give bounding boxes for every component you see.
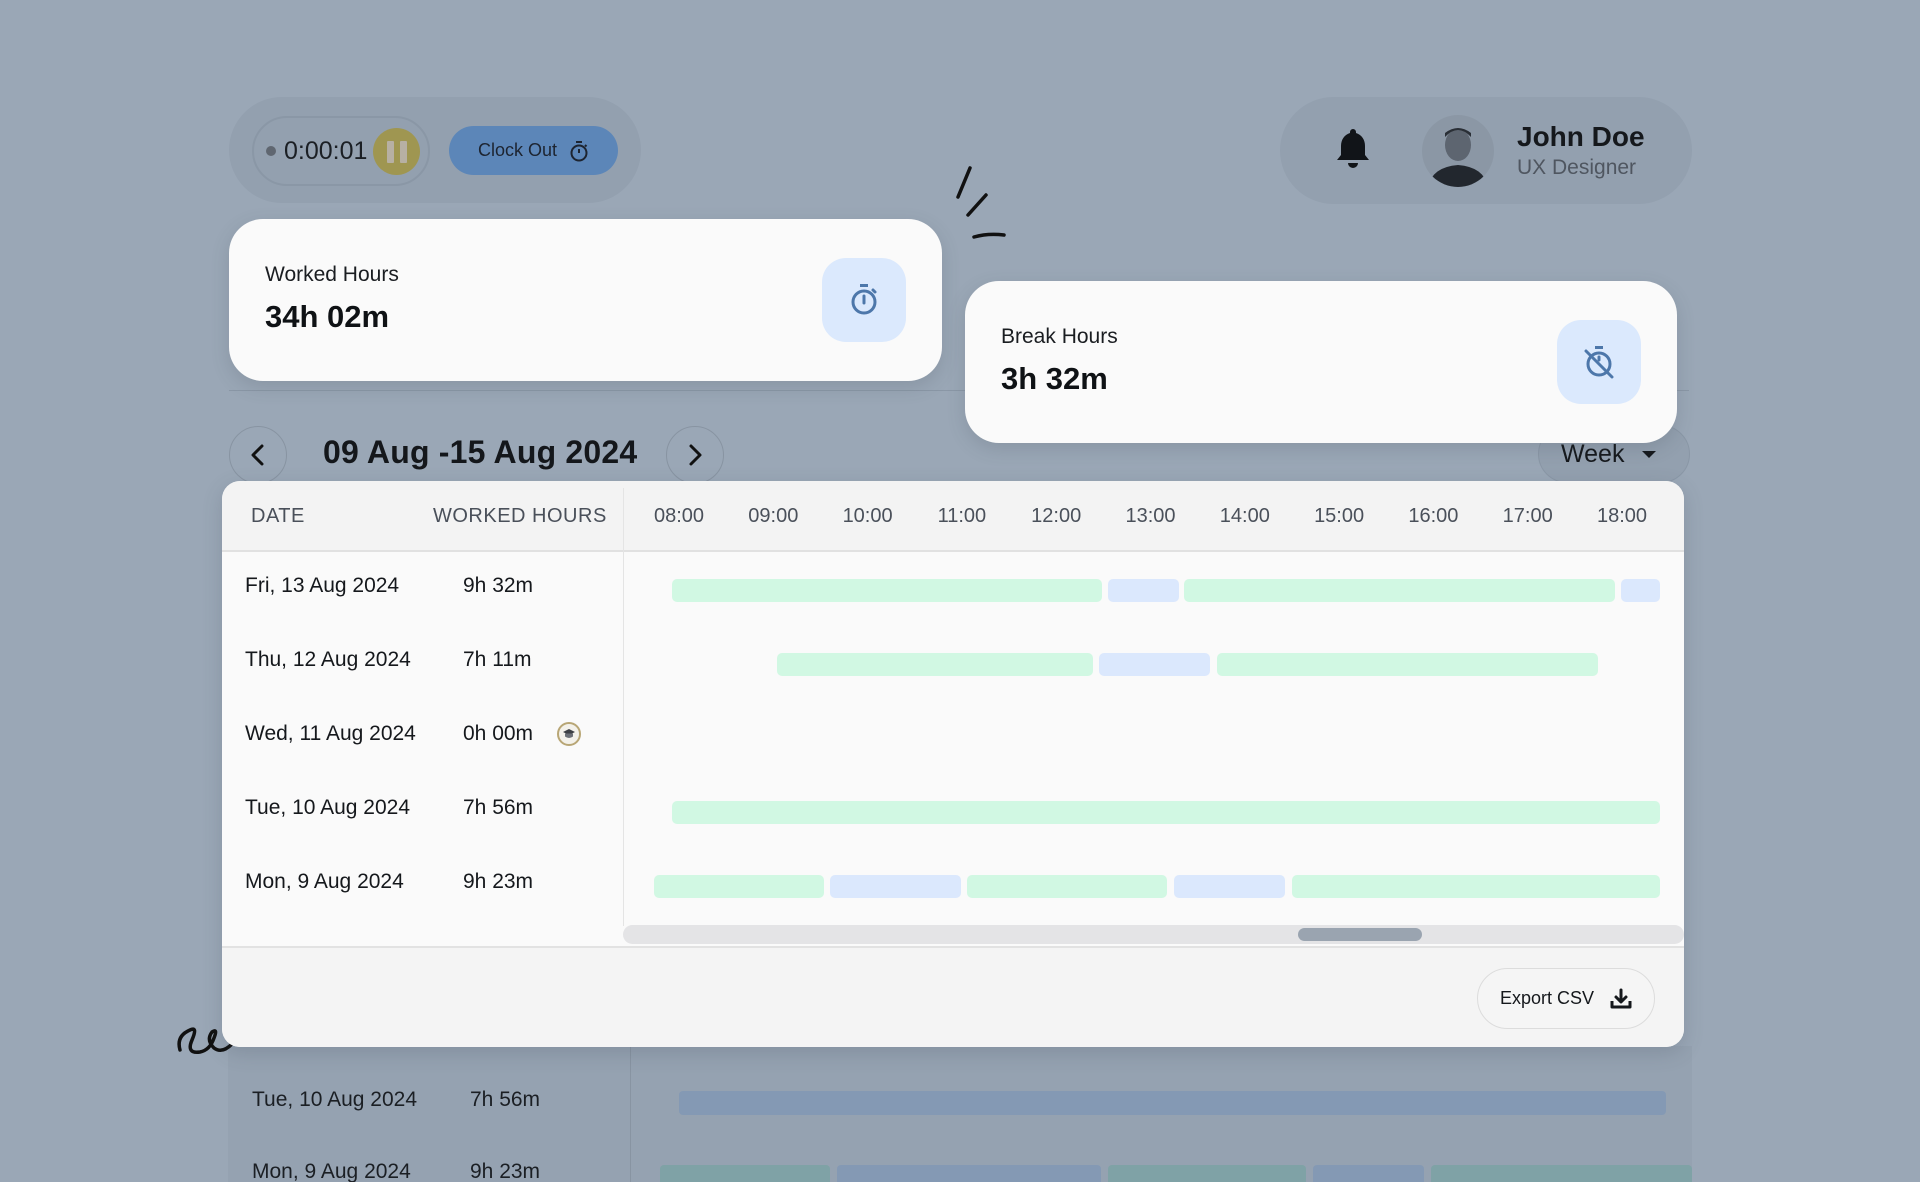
break-segment-bar[interactable]: [829, 875, 961, 898]
timer-bar: 0:00:01 Clock Out: [229, 97, 641, 203]
work-segment-bar[interactable]: [777, 653, 1093, 676]
break-hours-icon-tile: [1557, 320, 1641, 404]
work-segment-bar[interactable]: [966, 875, 1168, 898]
horizontal-scrollbar[interactable]: [623, 925, 1684, 944]
clock-out-label: Clock Out: [477, 140, 558, 160]
bell-icon[interactable]: [1335, 127, 1371, 169]
background-row: Tue, 10 Aug 2024 7h 56m: [252, 1088, 541, 1111]
table-row[interactable]: Thu, 12 Aug 2024 7h 11m: [222, 627, 1684, 701]
user-name: John Doe: [1517, 121, 1645, 152]
time-tick-label: 13:00: [1125, 505, 1176, 527]
chevron-left-icon: [251, 444, 264, 466]
sparkle-lines-decoration: [956, 166, 1006, 239]
time-tick-label: 16:00: [1408, 505, 1459, 527]
time-tick-label: 14:00: [1219, 505, 1270, 527]
work-segment-bar[interactable]: [1291, 875, 1660, 898]
row-worked-hours: 0h 00m: [463, 722, 534, 745]
work-segment-bar[interactable]: [672, 801, 1660, 824]
break-segment-bar[interactable]: [1174, 875, 1286, 898]
time-tick-label: 10:00: [842, 505, 893, 527]
break-hours-label: Break Hours: [1001, 325, 1118, 348]
background-bar: [1431, 1165, 1692, 1182]
break-segment-bar[interactable]: [1108, 579, 1179, 602]
work-segment-bar[interactable]: [1184, 579, 1616, 602]
stopwatch-icon: [570, 140, 588, 161]
stopwatch-off-icon: [1584, 346, 1614, 379]
next-week-button[interactable]: [666, 426, 724, 484]
table-row[interactable]: Mon, 9 Aug 2024 9h 23m: [222, 849, 1684, 923]
previous-week-button[interactable]: [229, 426, 287, 484]
background-bar: [660, 1165, 830, 1182]
export-csv-button[interactable]: Export CSV: [1477, 968, 1655, 1029]
timer-elapsed: 0:00:01: [284, 136, 368, 165]
background-bar: [1313, 1165, 1424, 1182]
row-worked-hours: 9h 23m: [463, 870, 534, 893]
background-bar: [1108, 1165, 1306, 1182]
view-select-value: Week: [1561, 439, 1625, 468]
table-row[interactable]: Tue, 10 Aug 2024 7h 56m: [222, 775, 1684, 849]
clock-out-button[interactable]: Clock Out: [449, 126, 618, 175]
break-segment-bar[interactable]: [1621, 579, 1660, 602]
export-csv-label: Export CSV: [1499, 988, 1595, 1008]
break-hours-value: 3h 32m: [1001, 361, 1108, 396]
time-tick-label: 12:00: [1031, 505, 1082, 527]
column-header-date[interactable]: DATE: [251, 505, 305, 528]
column-header-worked-hours[interactable]: WORKED HOURS: [433, 505, 607, 528]
work-segment-bar[interactable]: [672, 579, 1103, 602]
row-date: Fri, 13 Aug 2024: [245, 574, 400, 597]
time-tick-label: 17:00: [1502, 505, 1553, 527]
date-range-title: 09 Aug -15 Aug 2024: [323, 434, 638, 470]
pause-icon: [386, 140, 394, 163]
row-date: Thu, 12 Aug 2024: [245, 648, 411, 671]
background-bar: [679, 1091, 1666, 1115]
background-bar: [837, 1165, 1101, 1182]
profile-bar: John Doe UX Designer: [1280, 97, 1692, 204]
table-header: DATE WORKED HOURS 08:00 09:00 10:00 11:00 12…: [222, 481, 1684, 552]
stopwatch-icon: [851, 284, 877, 315]
row-worked-hours: 7h 11m: [463, 648, 532, 671]
worked-hours-value: 34h 02m: [265, 299, 390, 334]
row-date: Wed, 11 Aug 2024: [245, 722, 416, 745]
worked-hours-card: Worked Hours 34h 02m: [229, 219, 942, 381]
worked-hours-icon-tile: [822, 258, 906, 342]
table-row[interactable]: Wed, 11 Aug 2024 0h 00m: [222, 701, 1684, 775]
caret-down-icon: [1642, 450, 1657, 458]
row-worked-hours: 7h 56m: [463, 796, 534, 819]
user-role: UX Designer: [1517, 156, 1637, 179]
graduation-cap-icon[interactable]: [557, 722, 581, 746]
time-tick-label: 15:00: [1314, 505, 1365, 527]
timesheet-table: DATE WORKED HOURS 08:00 09:00 10:00 11:00 12…: [222, 481, 1684, 1047]
row-date: Mon, 9 Aug 2024: [245, 870, 404, 893]
work-segment-bar[interactable]: [653, 875, 825, 898]
row-date: Tue, 10 Aug 2024: [245, 796, 411, 819]
avatar[interactable]: [1422, 115, 1494, 187]
user-photo: [1428, 128, 1488, 187]
worked-hours-label: Worked Hours: [265, 263, 399, 286]
time-tick-label: 11:00: [937, 505, 987, 527]
time-tick-label: 18:00: [1596, 505, 1648, 527]
table-row[interactable]: Fri, 13 Aug 2024 9h 32m: [222, 553, 1684, 627]
table-footer: Export CSV: [222, 946, 1684, 1047]
row-worked-hours: 9h 32m: [463, 574, 534, 597]
time-tick-label: 09:00: [748, 505, 799, 527]
time-tick-label: 08:00: [653, 505, 705, 527]
timer-display: 0:00:01: [252, 116, 430, 186]
background-table: Tue, 10 Aug 2024 7h 56m Mon, 9 Aug 2024 …: [228, 1046, 1692, 1182]
break-segment-bar[interactable]: [1098, 653, 1210, 676]
recording-dot-icon: [266, 146, 276, 156]
chevron-right-icon: [689, 444, 702, 466]
work-segment-bar[interactable]: [1216, 653, 1599, 676]
scrollbar-thumb[interactable]: [1297, 928, 1422, 941]
pause-button[interactable]: [373, 128, 420, 175]
break-hours-card: Break Hours 3h 32m: [965, 281, 1677, 443]
background-row: Mon, 9 Aug 2024 9h 23m: [252, 1160, 541, 1182]
download-icon: [1610, 988, 1632, 1008]
